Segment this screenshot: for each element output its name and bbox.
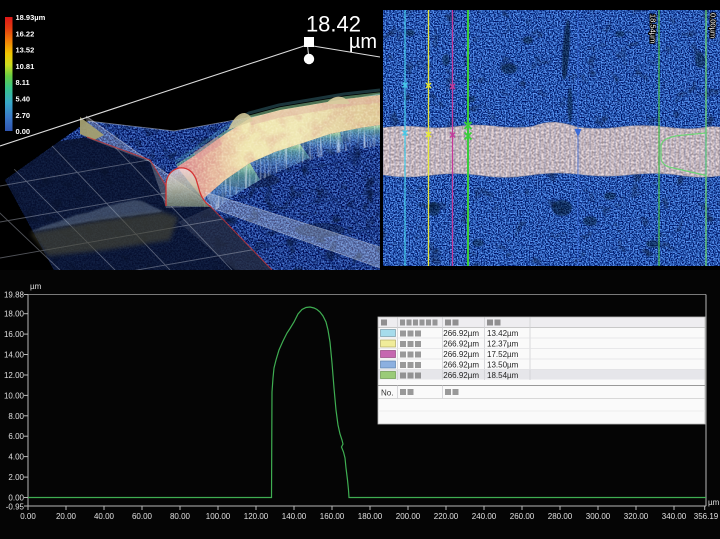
svg-text:12.00: 12.00 [4,371,25,380]
svg-text:0.00: 0.00 [16,127,31,136]
svg-text:18.00: 18.00 [4,310,25,319]
svg-text:220.00: 220.00 [434,512,459,521]
svg-text:4.00: 4.00 [8,453,24,462]
svg-text:18.93µm: 18.93µm [16,13,46,22]
svg-text:µm: µm [349,31,377,53]
svg-text:0.00µm: 0.00µm [709,13,718,38]
svg-text:140.00: 140.00 [282,512,307,521]
svg-text:2.00: 2.00 [8,473,24,482]
svg-text:340.00: 340.00 [662,512,687,521]
svg-text:0.00: 0.00 [20,512,36,521]
svg-text:13.50µm: 13.50µm [487,360,519,369]
svg-text:6.00: 6.00 [8,432,24,441]
svg-text:266.92µm: 266.92µm [443,329,479,338]
svg-text:No.: No. [381,389,393,398]
svg-text:13.42µm: 13.42µm [487,329,519,338]
svg-text:17.52µm: 17.52µm [487,350,519,359]
svg-text:16.00: 16.00 [4,330,25,339]
svg-text:16.22: 16.22 [16,29,35,38]
svg-text:280.00: 280.00 [548,512,573,521]
svg-text:356.19: 356.19 [694,512,719,521]
svg-text:120.00: 120.00 [244,512,269,521]
svg-text:40.00: 40.00 [94,512,115,521]
svg-text:-0.95: -0.95 [6,503,25,512]
svg-text:10.00: 10.00 [4,391,25,400]
svg-text:µm: µm [30,282,42,291]
svg-text:240.00: 240.00 [472,512,497,521]
svg-text:180.00: 180.00 [358,512,383,521]
svg-text:19.88: 19.88 [4,291,25,300]
svg-text:266.92µm: 266.92µm [443,371,479,380]
svg-text:266.92µm: 266.92µm [443,339,479,348]
svg-text:266.92µm: 266.92µm [443,360,479,369]
svg-text:0.00: 0.00 [8,494,24,503]
svg-text:60.00: 60.00 [132,512,153,521]
svg-text:13.52: 13.52 [16,46,35,55]
svg-text:18.54µm: 18.54µm [649,14,658,43]
svg-text:260.00: 260.00 [510,512,535,521]
svg-text:8.00: 8.00 [8,412,24,421]
svg-text:266.92µm: 266.92µm [443,350,479,359]
svg-text:18.54µm: 18.54µm [487,371,519,380]
svg-text:100.00: 100.00 [206,512,231,521]
svg-text:200.00: 200.00 [396,512,421,521]
svg-text:160.00: 160.00 [320,512,345,521]
svg-text:5.40: 5.40 [16,95,31,104]
svg-text:8.11: 8.11 [16,78,30,87]
svg-text:320.00: 320.00 [624,512,649,521]
svg-text:80.00: 80.00 [170,512,191,521]
svg-text:20.00: 20.00 [56,512,77,521]
svg-text:14.00: 14.00 [4,351,25,360]
svg-text:10.81: 10.81 [16,62,35,71]
svg-text:µm: µm [708,498,720,507]
svg-text:2.70: 2.70 [16,111,31,120]
svg-text:12.37µm: 12.37µm [487,339,519,348]
svg-text:300.00: 300.00 [586,512,611,521]
